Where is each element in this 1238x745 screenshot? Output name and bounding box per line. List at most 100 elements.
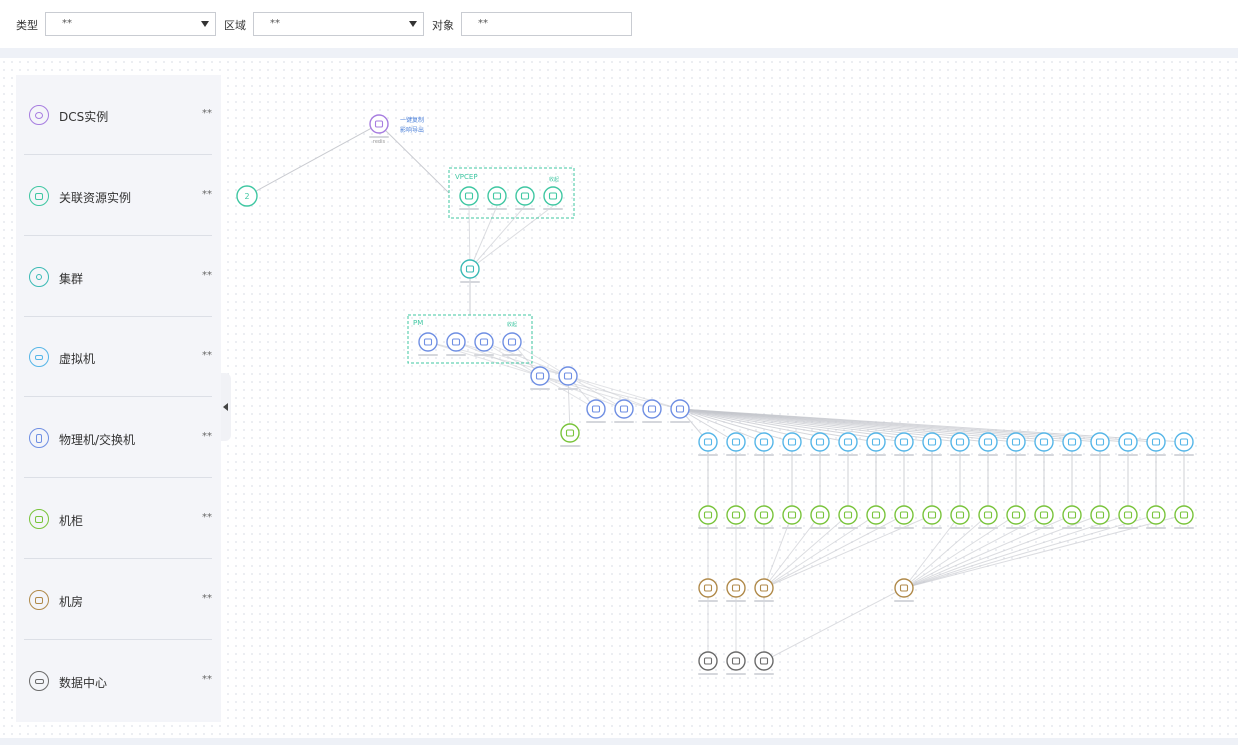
switch-node[interactable] (614, 399, 634, 419)
cabinet-node[interactable] (782, 505, 802, 525)
related-resource-node[interactable] (543, 186, 563, 206)
vm-node[interactable] (838, 432, 858, 452)
node-caption (560, 445, 580, 447)
cabinet-node[interactable] (1034, 505, 1054, 525)
datacenter-node[interactable] (754, 651, 774, 671)
legend-item-datacenter[interactable]: 数据中心 ** (24, 641, 212, 721)
legend-item-cabinet[interactable]: 机柜 ** (24, 479, 212, 559)
vm-node[interactable] (1006, 432, 1026, 452)
related-resource-node[interactable] (515, 186, 535, 206)
server-room-node[interactable] (894, 578, 914, 598)
pm-node[interactable] (418, 332, 438, 352)
vm-node[interactable] (894, 432, 914, 452)
cabinet-node[interactable] (726, 505, 746, 525)
vm-node[interactable] (754, 432, 774, 452)
datacenter-node[interactable] (698, 651, 718, 671)
cabinet-node[interactable] (866, 505, 886, 525)
legend-item-server-room[interactable]: 机房 ** (24, 560, 212, 640)
node-caption (369, 136, 389, 138)
topology-edge (763, 587, 905, 662)
node-caption (460, 281, 480, 283)
legend-item-dcs-instance[interactable]: DCS实例 ** (24, 75, 212, 155)
legend-label: 虚拟机 (59, 352, 96, 366)
node-caption (698, 454, 718, 456)
vm-node[interactable] (1146, 432, 1166, 452)
node-caption (1062, 527, 1082, 529)
legend-count: ** (202, 350, 212, 361)
vm-node[interactable] (698, 432, 718, 452)
legend-item-related-resource[interactable]: 关联资源实例 ** (24, 156, 212, 236)
vm-node[interactable] (1090, 432, 1110, 452)
server-room-node[interactable] (698, 578, 718, 598)
vm-node[interactable] (782, 432, 802, 452)
cabinet-node[interactable] (894, 505, 914, 525)
cabinet-node[interactable] (1174, 505, 1194, 525)
datacenter-icon (29, 671, 49, 691)
vm-node[interactable] (1174, 432, 1194, 452)
cabinet-node[interactable] (978, 505, 998, 525)
collapse-panel-button[interactable] (221, 373, 231, 441)
dcs-instance-node[interactable] (369, 114, 389, 134)
topology-edge (763, 514, 905, 589)
node-caption (726, 454, 746, 456)
cabinet-node[interactable] (698, 505, 718, 525)
datacenter-node[interactable] (726, 651, 746, 671)
vm-node[interactable] (1034, 432, 1054, 452)
switch-node[interactable] (670, 399, 690, 419)
node-caption (978, 454, 998, 456)
node-caption (698, 600, 718, 602)
related-resource-node[interactable] (459, 186, 479, 206)
switch-node[interactable] (586, 399, 606, 419)
legend-item-cluster[interactable]: 集群 ** (24, 237, 212, 317)
copy-action-link: 一键复制 (400, 116, 424, 124)
cabinet-node[interactable] (754, 505, 774, 525)
cluster-node[interactable] (460, 259, 480, 279)
cabinet-node[interactable] (560, 423, 580, 443)
cabinet-node[interactable] (838, 505, 858, 525)
vm-node[interactable] (726, 432, 746, 452)
legend-item-physical-machine[interactable]: 物理机/交换机 ** (24, 398, 212, 478)
node-caption (754, 527, 774, 529)
export-action-link: 影响导出 (400, 126, 424, 134)
pm-node[interactable] (502, 332, 522, 352)
cabinet-node[interactable] (1062, 505, 1082, 525)
switch-node[interactable] (530, 366, 550, 386)
pm-node[interactable] (446, 332, 466, 352)
cabinet-node[interactable] (950, 505, 970, 525)
legend-item-vm[interactable]: 虚拟机 ** (24, 317, 212, 397)
node-caption (698, 673, 718, 675)
vm-node[interactable] (810, 432, 830, 452)
topology-edge (903, 514, 1045, 589)
vm-node[interactable] (978, 432, 998, 452)
node-caption (1090, 454, 1110, 456)
node-caption (754, 600, 774, 602)
pm-node[interactable] (474, 332, 494, 352)
cabinet-node[interactable] (922, 505, 942, 525)
server-room-node[interactable] (726, 578, 746, 598)
cabinet-node[interactable] (1090, 505, 1110, 525)
node-caption (922, 527, 942, 529)
cabinet-node[interactable] (810, 505, 830, 525)
node-caption (782, 454, 802, 456)
vm-node[interactable] (950, 432, 970, 452)
cabinet-node[interactable] (1146, 505, 1166, 525)
vm-node[interactable] (1118, 432, 1138, 452)
switch-node[interactable] (642, 399, 662, 419)
related-resource-node[interactable] (487, 186, 507, 206)
node-caption (922, 454, 942, 456)
topology-edge (469, 205, 554, 270)
node-caption (950, 454, 970, 456)
vm-node[interactable] (922, 432, 942, 452)
node-caption (726, 600, 746, 602)
node-caption (1118, 454, 1138, 456)
collapsed-count-label: 2 (244, 192, 249, 201)
vm-node[interactable] (1062, 432, 1082, 452)
cabinet-node[interactable] (1118, 505, 1138, 525)
switch-node[interactable] (558, 366, 578, 386)
server-room-node[interactable] (754, 578, 774, 598)
legend-count: ** (202, 189, 212, 200)
node-caption (502, 354, 522, 356)
cabinet-node[interactable] (1006, 505, 1026, 525)
vm-node[interactable] (866, 432, 886, 452)
legend-count: ** (202, 431, 212, 442)
